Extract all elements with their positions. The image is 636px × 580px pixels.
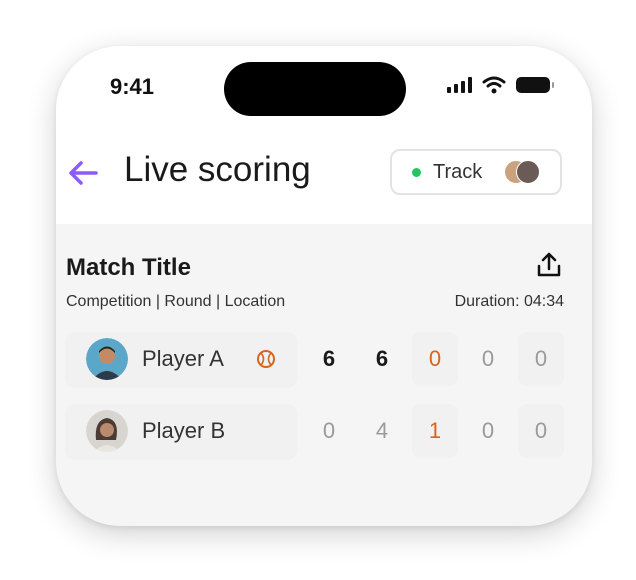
tennis-ball-icon — [257, 350, 275, 368]
wifi-icon — [482, 76, 506, 94]
phone-frame: 9:41 Live scoring Track Match Title Comp… — [56, 46, 592, 526]
current-game-score: 1 — [412, 404, 458, 458]
match-meta: Competition | Round | Location — [66, 293, 286, 310]
match-duration: Duration: 04:34 — [454, 293, 564, 310]
signal-icon — [447, 77, 472, 93]
point-score: 0 — [518, 404, 564, 458]
player-avatar — [86, 410, 128, 452]
share-icon[interactable] — [534, 250, 564, 280]
set-score: 6 — [375, 346, 389, 371]
point-score: 0 — [518, 332, 564, 386]
set-score: 4 — [375, 418, 389, 443]
match-meta-row: Competition | Round | Location Duration:… — [66, 293, 564, 311]
back-arrow-icon[interactable] — [66, 158, 100, 188]
current-game-score: 0 — [412, 332, 458, 386]
status-time: 9:41 — [110, 74, 155, 99]
set-score: 0 — [322, 418, 336, 443]
player-cell[interactable]: Player B — [66, 404, 296, 458]
live-indicator — [412, 167, 421, 177]
tracker-avatar — [516, 160, 540, 184]
match-title: Match Title — [66, 254, 191, 281]
track-button[interactable]: Track — [390, 149, 562, 195]
dynamic-island — [224, 62, 406, 116]
battery-icon — [516, 77, 554, 93]
player-avatar — [86, 338, 128, 380]
player-row: Player A 6 6 0 0 0 — [66, 332, 564, 386]
point-score: 0 — [481, 346, 495, 371]
player-cell[interactable]: Player A — [66, 332, 296, 386]
point-score: 0 — [481, 418, 495, 443]
status-icons — [447, 76, 554, 94]
player-name: Player A — [142, 346, 224, 371]
page-title: Live scoring — [124, 150, 311, 189]
set-score: 6 — [322, 346, 336, 371]
player-row: Player B 0 4 1 0 0 — [66, 404, 564, 458]
track-label: Track — [433, 160, 483, 183]
tracker-avatars — [504, 160, 540, 184]
player-name: Player B — [142, 418, 226, 443]
